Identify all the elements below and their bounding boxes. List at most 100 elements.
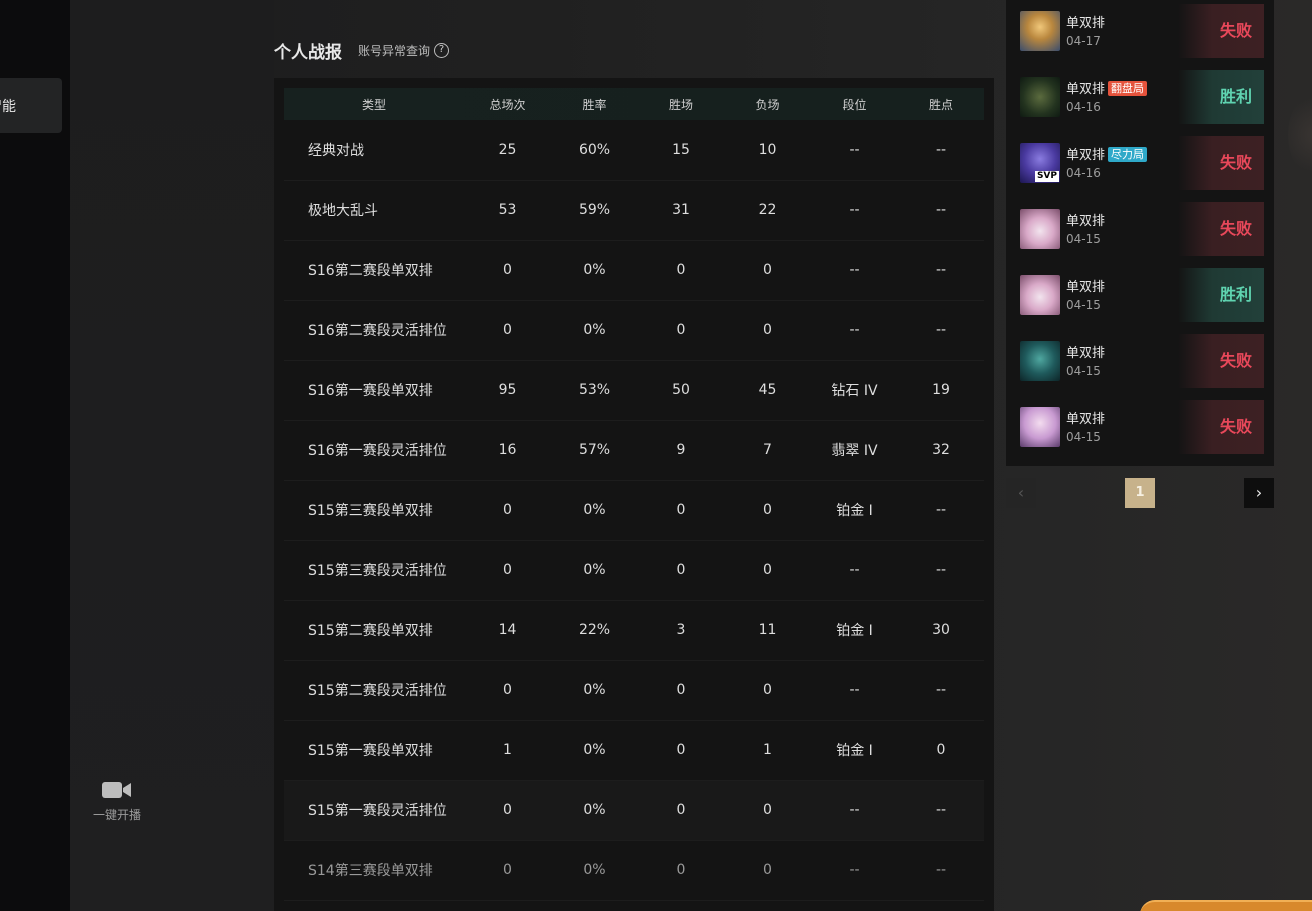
match-result: 胜利 [1178, 70, 1264, 124]
account-anomaly-label: 账号异常查询 [358, 44, 431, 58]
stat-cell: 铂金 I [836, 623, 873, 639]
stat-cell: 0 [676, 682, 686, 698]
stats-row: S15第三赛段单双排 0 0% 0 0 铂金 I -- [284, 480, 984, 540]
stat-cell: 0 [676, 562, 686, 578]
match-mode-label: 单双排 [1066, 346, 1106, 361]
match-mode: 单双排 [1066, 408, 1105, 427]
stat-cell: 0 [503, 322, 512, 338]
stat-cell: -- [849, 802, 860, 818]
stats-row: S15第一赛段单双排 1 0% 0 1 铂金 I 0 [284, 720, 984, 780]
column-header: 类型 [361, 97, 386, 112]
column-header: 胜率 [582, 97, 607, 112]
stats-row: 极地大乱斗 53 59% 31 22 -- -- [284, 180, 984, 240]
stat-cell: 0 [936, 742, 946, 758]
stat-cell: 0 [676, 502, 686, 518]
stats-row: S16第一赛段单双排 95 53% 50 45 钻石 IV 19 [284, 360, 984, 420]
corner-action-button[interactable] [1140, 900, 1312, 911]
page-number-current[interactable]: 1 [1125, 478, 1155, 508]
stat-cell: 14 [498, 622, 517, 638]
stat-cell: 53% [578, 382, 611, 398]
match-item[interactable]: SVP 单双排 尽力局 04-16 失败 [1016, 134, 1264, 192]
stat-cell: -- [935, 262, 947, 278]
stat-cell: 1 [503, 742, 512, 758]
stats-table: 类型 总场次 胜率 胜场 负场 段位 胜点 经典对战 25 60% 15 10 -- -- 极… [284, 88, 984, 901]
app-root: 智能 一键开播 个人战报 账号异常查询 ? 类型 总场次 胜率 [0, 0, 1312, 911]
match-result: 失败 [1178, 334, 1264, 388]
match-history: 单双排 04-17 失败 单双排 翻盘局 04-16 胜利 SVP 单双排 尽力局 04-16 失败单… [1006, 0, 1274, 466]
stat-cell: -- [935, 802, 947, 818]
pagination: ‹ 1 › [1006, 478, 1274, 508]
match-item[interactable]: 单双排 翻盘局 04-16 胜利 [1016, 68, 1264, 126]
stat-cell: 3 [676, 622, 686, 638]
prev-page-button[interactable]: ‹ [1006, 478, 1036, 508]
queue-type-cell: 极地大乱斗 [308, 203, 378, 219]
match-item[interactable]: 单双排 04-15 失败 [1016, 332, 1264, 390]
champion-avatar [1020, 341, 1060, 381]
stat-cell: 11 [758, 622, 777, 638]
stat-cell: 22 [758, 202, 777, 218]
match-mode: 单双排 翻盘局 [1066, 78, 1148, 97]
match-mode: 单双排 [1066, 210, 1105, 229]
next-page-button[interactable]: › [1244, 478, 1274, 508]
match-date: 04-15 [1066, 430, 1101, 444]
stat-cell: 0% [583, 502, 606, 518]
stat-cell: 0 [763, 502, 772, 518]
stats-header-row: 类型 总场次 胜率 胜场 负场 段位 胜点 [284, 88, 984, 120]
stat-cell: 0 [676, 322, 686, 338]
stat-cell: -- [849, 682, 860, 698]
help-icon[interactable]: ? [434, 43, 450, 58]
go-live-button[interactable]: 一键开播 [80, 780, 154, 823]
stat-cell: -- [935, 862, 947, 878]
stats-row: S15第二赛段单双排 14 22% 3 11 铂金 I 30 [284, 600, 984, 660]
champion-avatar [1020, 77, 1060, 117]
stat-cell: 15 [672, 141, 690, 158]
stat-cell: 0 [763, 862, 772, 878]
account-anomaly-link[interactable]: 账号异常查询 ? [358, 42, 450, 59]
match-item[interactable]: 单双排 04-15 胜利 [1016, 266, 1264, 324]
stat-cell: 22% [578, 622, 611, 638]
stat-cell: -- [935, 141, 947, 158]
champion-avatar [1020, 407, 1060, 447]
stat-cell: 10 [758, 141, 777, 158]
queue-type-cell: S16第二赛段单双排 [308, 263, 433, 279]
stats-row: S15第二赛段灵活排位 0 0% 0 0 -- -- [284, 660, 984, 720]
background-glow [1288, 90, 1312, 180]
stat-cell: -- [849, 141, 860, 158]
video-camera-icon [102, 782, 131, 798]
stat-cell: -- [849, 562, 860, 578]
champion-avatar [1020, 209, 1060, 249]
stats-row: 经典对战 25 60% 15 10 -- -- [284, 120, 984, 180]
stat-cell: 0% [583, 562, 606, 578]
match-result: 失败 [1178, 136, 1264, 190]
stat-cell: 1 [763, 742, 772, 758]
match-item[interactable]: 单双排 04-15 失败 [1016, 398, 1264, 456]
match-mode-label: 单双排 [1066, 214, 1106, 229]
match-date: 04-16 [1066, 166, 1101, 180]
stat-cell: 16 [498, 442, 517, 458]
stat-cell: 0% [583, 322, 606, 338]
match-item[interactable]: 单双排 04-15 失败 [1016, 200, 1264, 258]
stat-cell: 0 [503, 682, 512, 698]
match-item[interactable]: 单双排 04-17 失败 [1016, 2, 1264, 60]
match-mode: 单双排 [1066, 276, 1105, 295]
queue-type-cell: S15第一赛段单双排 [308, 743, 433, 759]
nav-item-active[interactable]: 智能 [0, 78, 62, 133]
stat-cell: -- [849, 322, 860, 338]
page-title: 个人战报 [274, 43, 342, 63]
stat-cell: -- [935, 502, 947, 518]
stat-cell: 0 [503, 802, 512, 818]
stat-cell: 32 [932, 442, 950, 458]
match-date: 04-16 [1066, 100, 1101, 114]
match-result: 失败 [1178, 400, 1264, 454]
stat-cell: 0 [763, 682, 772, 698]
stat-cell: 钻石 IV [831, 383, 878, 399]
stat-cell: 0 [503, 502, 512, 518]
stat-cell: 45 [758, 382, 777, 398]
match-result: 失败 [1178, 202, 1264, 256]
stat-cell: 0% [583, 802, 606, 818]
match-result: 胜利 [1178, 268, 1264, 322]
stat-cell: 0 [676, 742, 686, 758]
stat-cell: 31 [672, 202, 690, 218]
stat-cell: 59% [578, 202, 611, 218]
queue-type-cell: S15第三赛段灵活排位 [308, 563, 447, 579]
